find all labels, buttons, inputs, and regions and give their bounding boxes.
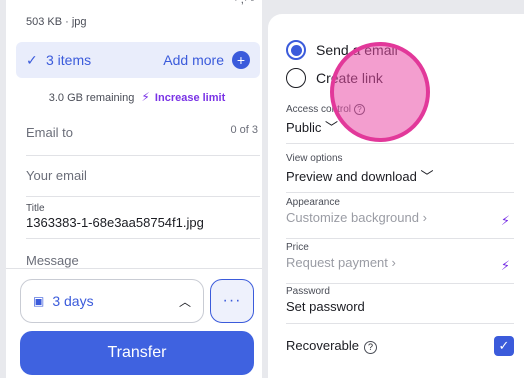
items-bar[interactable]: ✓ 3 items Add more + bbox=[16, 42, 260, 78]
password-option[interactable]: Password Set password bbox=[286, 286, 514, 324]
radio-send-email[interactable]: Send a email bbox=[286, 40, 398, 60]
expiry-select[interactable]: ▣ 3 days ︿ bbox=[20, 279, 204, 323]
transfer-options-panel: Send a email Create link Access control?… bbox=[268, 14, 524, 378]
help-icon: ? bbox=[354, 104, 366, 115]
more-options-button[interactable]: ··· bbox=[210, 279, 254, 323]
file-name-cut: · ,· - bbox=[234, 0, 255, 6]
increase-limit-link[interactable]: Increase limit bbox=[155, 92, 225, 104]
recoverable-checkbox[interactable]: ✓ bbox=[494, 336, 514, 356]
items-count[interactable]: 3 items bbox=[46, 52, 163, 68]
price-label: Price bbox=[286, 242, 309, 253]
bolt-icon: ⚡ bbox=[500, 213, 510, 228]
view-options-value: Preview and download ﹀ bbox=[286, 169, 434, 184]
appearance-option[interactable]: Appearance Customize background › ⚡ bbox=[286, 197, 514, 239]
title-label: Title bbox=[26, 203, 45, 214]
appearance-label: Appearance bbox=[286, 197, 340, 208]
your-email-placeholder: Your email bbox=[26, 168, 87, 183]
create-link-label[interactable]: Create link bbox=[316, 70, 383, 86]
title-field[interactable]: Title 1363383-1-68e3aa58754f1.jpg bbox=[26, 203, 260, 239]
recoverable-label: Recoverable? bbox=[286, 338, 494, 354]
check-icon: ✓ bbox=[26, 51, 38, 68]
remaining-text: 3.0 GB remaining bbox=[48, 92, 135, 104]
email-to-field[interactable]: Email to 0 of 3 bbox=[26, 124, 260, 156]
expiry-value: 3 days bbox=[52, 293, 94, 309]
email-to-placeholder: Email to bbox=[26, 125, 73, 140]
chevron-down-icon: ﹀ bbox=[325, 120, 339, 136]
password-label: Password bbox=[286, 286, 330, 297]
bottom-actions: ▣ 3 days ︿ ··· Transfer bbox=[6, 268, 262, 378]
plus-circle-icon[interactable]: + bbox=[232, 51, 250, 69]
appearance-value: Customize background › bbox=[286, 210, 427, 225]
chevron-down-icon: ﹀ bbox=[420, 169, 434, 184]
view-options-option[interactable]: View options Preview and download ﹀ bbox=[286, 153, 514, 193]
send-email-label[interactable]: Send a email bbox=[316, 42, 398, 58]
price-value: Request payment › bbox=[286, 255, 396, 270]
file-meta: 503 KB · jpg bbox=[26, 16, 87, 28]
password-value: Set password bbox=[286, 299, 365, 314]
access-control-label: Access control? bbox=[286, 104, 514, 115]
your-email-field[interactable]: Your email bbox=[26, 167, 260, 197]
access-control-value: Public ﹀ bbox=[286, 120, 339, 136]
recoverable-option[interactable]: Recoverable? ✓ bbox=[286, 336, 514, 356]
radio-create-link[interactable]: Create link bbox=[286, 68, 383, 88]
access-control-option[interactable]: Access control? Public ﹀ bbox=[286, 104, 514, 144]
help-icon: ? bbox=[364, 340, 377, 354]
bolt-icon: ⚡ bbox=[141, 90, 150, 104]
storage-remaining: 3.0 GB remaining ⚡ Increase limit bbox=[6, 90, 262, 104]
bolt-icon: ⚡ bbox=[500, 258, 510, 273]
chevron-up-icon: ︿ bbox=[178, 294, 191, 309]
radio-button[interactable] bbox=[286, 68, 306, 88]
price-option[interactable]: Price Request payment › ⚡ bbox=[286, 242, 514, 284]
transfer-button[interactable]: Transfer bbox=[20, 331, 254, 375]
calendar-icon: ▣ bbox=[33, 294, 45, 308]
view-options-label: View options bbox=[286, 153, 343, 164]
radio-button-selected[interactable] bbox=[286, 40, 306, 60]
message-placeholder: Message bbox=[26, 253, 79, 268]
email-to-count: 0 of 3 bbox=[230, 124, 258, 136]
add-more-button[interactable]: Add more bbox=[163, 52, 224, 68]
title-value: 1363383-1-68e3aa58754f1.jpg bbox=[26, 215, 204, 230]
